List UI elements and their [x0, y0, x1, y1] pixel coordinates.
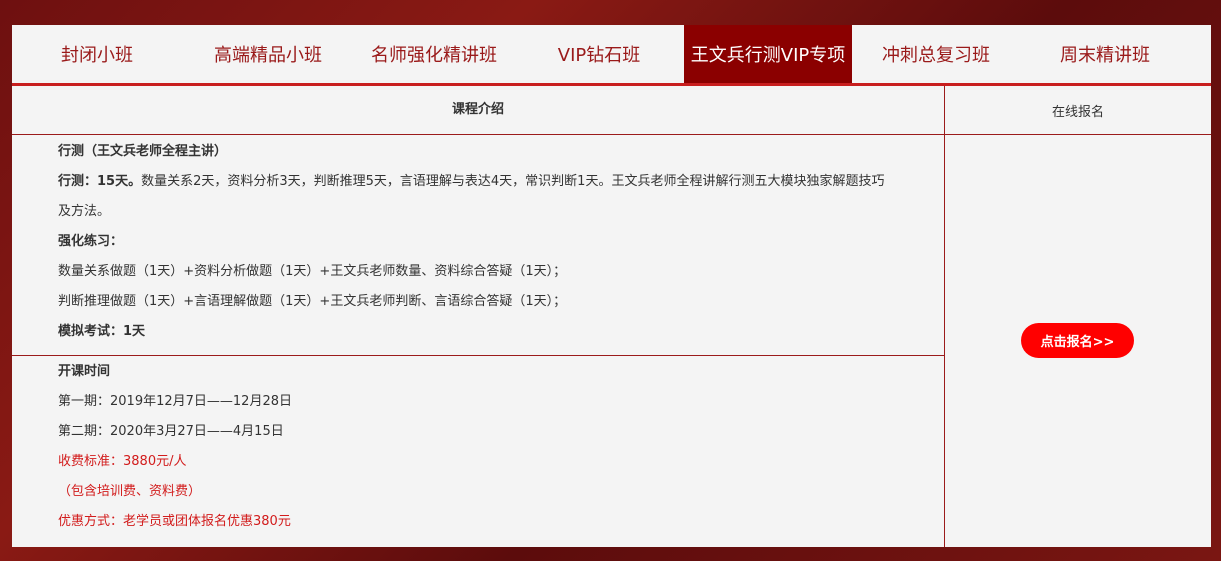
- online-register-header: 在线报名: [1051, 104, 1104, 120]
- tab-wang-vip-special[interactable]: 王文兵行测VIP专项: [684, 25, 852, 83]
- session-item: 第二期：2020年3月27日——4月15日: [58, 424, 284, 439]
- register-button[interactable]: 点击报名>>: [1021, 323, 1134, 358]
- section-divider: [12, 355, 944, 356]
- course-intro-header: 课程介绍: [451, 102, 504, 117]
- course-intro: 行测（王文兵老师全程主讲） 行测：15天。数量关系2天，资料分析3天，判断推理5…: [58, 137, 884, 347]
- header-divider: [12, 134, 1211, 135]
- session-item: 第一期：2019年12月7日——12月28日: [58, 394, 292, 409]
- tab-sprint-review-class[interactable]: 冲刺总复习班: [852, 25, 1020, 83]
- tab-famous-teacher-class[interactable]: 名师强化精讲班: [354, 25, 514, 83]
- tab-closed-class[interactable]: 封闭小班: [12, 25, 182, 83]
- practice-item: 判断推理做题（1天）+言语理解做题（1天）+王文兵老师判断、言语综合答疑（1天）…: [58, 294, 567, 309]
- summary-text: 数量关系2天，资料分析3天，判断推理5天，言语理解与表达4天，常识判断1天。王文…: [141, 174, 885, 189]
- practice-label: 强化练习：: [58, 234, 124, 249]
- course-table: 课程介绍 在线报名 行测（王文兵老师全程主讲） 行测：15天。数量关系2天，资料…: [12, 86, 1211, 547]
- tab-vip-diamond-class[interactable]: VIP钻石班: [514, 25, 684, 83]
- fee-note: （包含培训费、资料费）: [58, 484, 202, 499]
- schedule-title: 开课时间: [58, 364, 111, 379]
- class-tabs: 封闭小班 高端精品小班 名师强化精讲班 VIP钻石班 王文兵行测VIP专项 冲刺…: [12, 25, 1211, 86]
- column-divider: [944, 86, 945, 547]
- summary-label: 行测：15天。: [58, 174, 142, 189]
- fee-standard: 收费标准：3880元/人: [58, 454, 187, 469]
- course-title: 行测（王文兵老师全程主讲）: [58, 144, 228, 159]
- tab-premium-class[interactable]: 高端精品小班: [182, 25, 354, 83]
- discount-info: 优惠方式：老学员或团体报名优惠380元: [58, 514, 291, 529]
- tab-weekend-class[interactable]: 周末精讲班: [1020, 25, 1190, 83]
- course-summary: 行测：15天。数量关系2天，资料分析3天，判断推理5天，言语理解与表达4天，常识…: [58, 167, 884, 197]
- practice-item: 数量关系做题（1天）+资料分析做题（1天）+王文兵老师数量、资料综合答疑（1天）…: [58, 264, 567, 279]
- course-panel: 封闭小班 高端精品小班 名师强化精讲班 VIP钻石班 王文兵行测VIP专项 冲刺…: [12, 25, 1211, 547]
- summary-continuation: 及方法。: [58, 204, 111, 219]
- schedule-info: 开课时间 第一期：2019年12月7日——12月28日 第二期：2020年3月2…: [58, 357, 292, 537]
- mock-exam: 模拟考试：1天: [58, 324, 146, 339]
